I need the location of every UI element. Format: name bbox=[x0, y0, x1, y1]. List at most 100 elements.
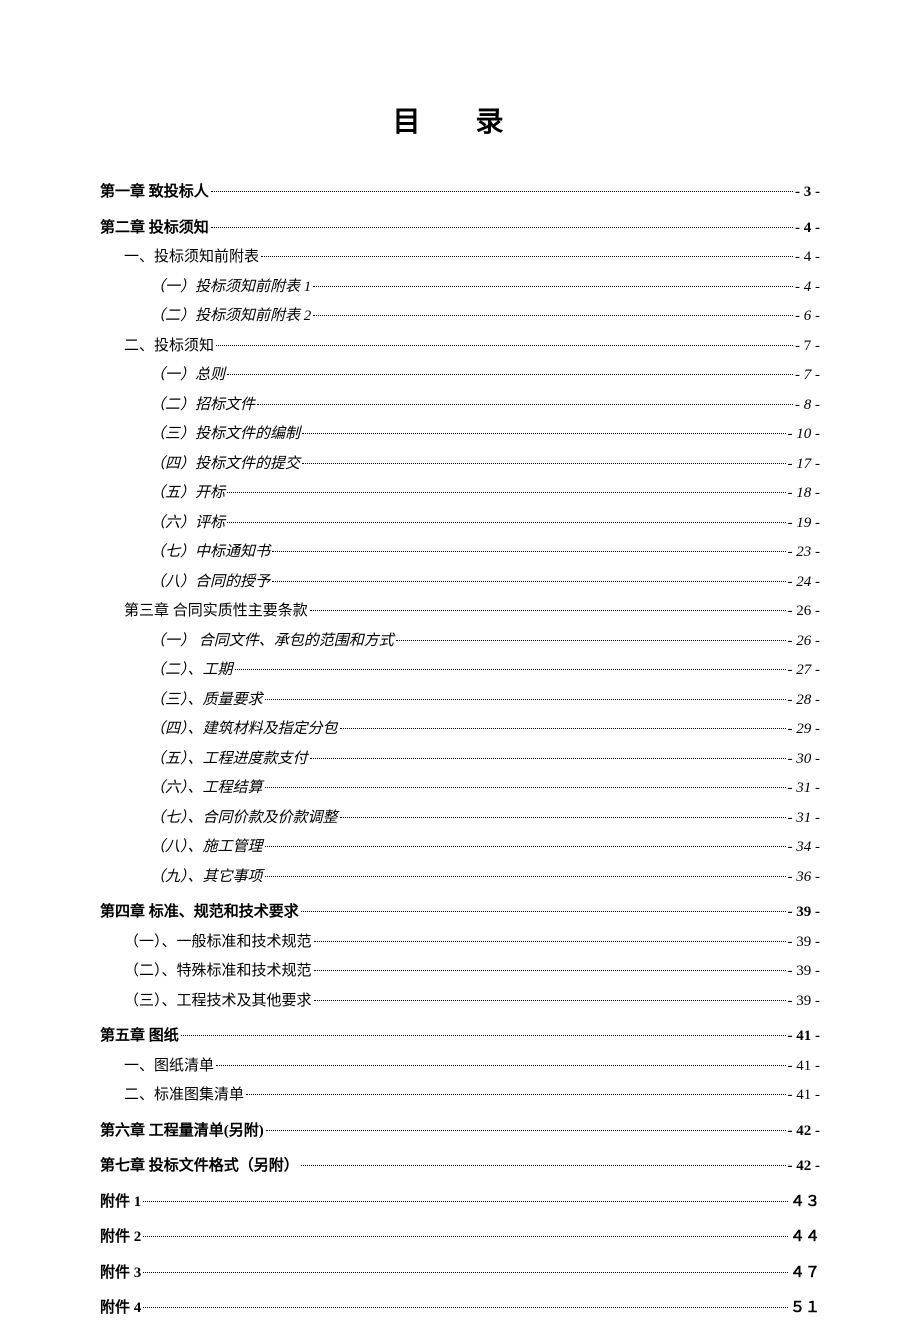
toc-entry: 第三章 合同实质性主要条款- 26 - bbox=[124, 599, 820, 625]
toc-leader-dots bbox=[265, 846, 786, 847]
toc-title: 目 录 bbox=[100, 100, 820, 140]
toc-entry: （三）投标文件的编制- 10 - bbox=[150, 422, 820, 448]
toc-entry-page: - 7 - bbox=[795, 334, 820, 360]
toc-entry-page: - 23 - bbox=[788, 540, 821, 566]
toc-entry-label: （三）、质量要求 bbox=[150, 688, 263, 714]
toc-entry-page: - 39 - bbox=[788, 989, 821, 1015]
toc-entry-label: 附件 3 bbox=[100, 1261, 141, 1287]
toc-entry-label: （九）、其它事项 bbox=[150, 865, 263, 891]
toc-entry-page: - 8 - bbox=[795, 393, 820, 419]
toc-leader-dots bbox=[227, 492, 785, 493]
toc-entry-page: - 28 - bbox=[788, 688, 821, 714]
toc-entry-page: - 39 - bbox=[788, 900, 821, 926]
toc-entry: 二、投标须知- 7 - bbox=[124, 334, 820, 360]
toc-entry-page: - 26 - bbox=[788, 599, 821, 625]
toc-entry-label: （六）、工程结算 bbox=[150, 776, 263, 802]
toc-entry: （七）、合同价款及价款调整- 31 - bbox=[150, 806, 820, 832]
toc-entry: 附件 3４７ bbox=[100, 1261, 820, 1287]
toc-entry-label: （八）、施工管理 bbox=[150, 835, 263, 861]
toc-entry-label: （三）、工程技术及其他要求 bbox=[124, 989, 312, 1015]
toc-leader-dots bbox=[265, 876, 786, 877]
toc-entry-label: 第四章 标准、规范和技术要求 bbox=[100, 900, 299, 926]
toc-entry-page: - 4 - bbox=[795, 275, 820, 301]
toc-entry: （七）中标通知书- 23 - bbox=[150, 540, 820, 566]
toc-container: 第一章 致投标人- 3 -第二章 投标须知- 4 -一、投标须知前附表- 4 -… bbox=[100, 180, 820, 1322]
toc-entry: （八）合同的授予 - 24 - bbox=[150, 570, 820, 596]
toc-entry-page: - 4 - bbox=[795, 216, 820, 242]
toc-leader-dots bbox=[314, 970, 786, 971]
toc-entry: 第四章 标准、规范和技术要求 - 39 - bbox=[100, 900, 820, 926]
toc-leader-dots bbox=[211, 191, 793, 192]
toc-leader-dots bbox=[396, 640, 786, 641]
toc-entry-label: 第七章 投标文件格式（另附） bbox=[100, 1154, 299, 1180]
toc-leader-dots bbox=[227, 522, 785, 523]
toc-entry-page: - 39 - bbox=[788, 930, 821, 956]
toc-entry-label: 第一章 致投标人 bbox=[100, 180, 209, 206]
toc-entry-label: （二）、特殊标准和技术规范 bbox=[124, 959, 312, 985]
toc-entry: （六）评标 - 19 - bbox=[150, 511, 820, 537]
toc-leader-dots bbox=[143, 1236, 788, 1237]
toc-entry: （五）、工程进度款支付 - 30 - bbox=[150, 747, 820, 773]
toc-entry-label: （一）投标须知前附表 1 bbox=[150, 275, 311, 301]
toc-entry-label: 二、标准图集清单 bbox=[124, 1083, 244, 1109]
toc-entry: （四）投标文件的提交- 17 - bbox=[150, 452, 820, 478]
toc-entry-label: （一）总则 bbox=[150, 363, 225, 389]
toc-leader-dots bbox=[302, 433, 785, 434]
toc-leader-dots bbox=[143, 1201, 788, 1202]
toc-entry-page: - 29 - bbox=[788, 717, 821, 743]
toc-entry-label: （五）、工程进度款支付 bbox=[150, 747, 308, 773]
toc-entry-label: 附件 2 bbox=[100, 1225, 141, 1251]
toc-entry: （三）、工程技术及其他要求 - 39 - bbox=[124, 989, 820, 1015]
toc-entry-page: - 30 - bbox=[788, 747, 821, 773]
toc-leader-dots bbox=[216, 1065, 785, 1066]
toc-entry-page: - 27 - bbox=[788, 658, 821, 684]
toc-entry-label: （一） 合同文件、承包的范围和方式 bbox=[150, 629, 394, 655]
toc-entry-label: 一、图纸清单 bbox=[124, 1054, 214, 1080]
toc-entry-label: （八）合同的授予 bbox=[150, 570, 270, 596]
toc-leader-dots bbox=[143, 1272, 788, 1273]
toc-entry: 二、标准图集清单- 41 - bbox=[124, 1083, 820, 1109]
toc-entry: （二）投标须知前附表 2- 6 - bbox=[150, 304, 820, 330]
toc-entry-page: - 7 - bbox=[795, 363, 820, 389]
toc-entry: （一） 合同文件、承包的范围和方式- 26 - bbox=[150, 629, 820, 655]
toc-entry-page: - 42 - bbox=[788, 1154, 821, 1180]
toc-entry-label: 一、投标须知前附表 bbox=[124, 245, 259, 271]
toc-entry-page: ４４ bbox=[790, 1225, 820, 1251]
toc-entry-label: （二）投标须知前附表 2 bbox=[150, 304, 311, 330]
toc-leader-dots bbox=[302, 463, 785, 464]
toc-entry: 一、图纸清单 - 41 - bbox=[124, 1054, 820, 1080]
toc-entry-page: - 41 - bbox=[788, 1024, 821, 1050]
toc-entry-label: （六）评标 bbox=[150, 511, 225, 537]
toc-leader-dots bbox=[310, 610, 786, 611]
toc-entry: （一）总则 - 7 - bbox=[150, 363, 820, 389]
toc-entry: （一）投标须知前附表 1 - 4 - bbox=[150, 275, 820, 301]
toc-entry: 一、投标须知前附表- 4 - bbox=[124, 245, 820, 271]
toc-leader-dots bbox=[301, 911, 786, 912]
toc-entry-page: ５１ bbox=[790, 1296, 820, 1322]
toc-leader-dots bbox=[257, 404, 793, 405]
toc-leader-dots bbox=[181, 1035, 786, 1036]
toc-entry-page: - 10 - bbox=[788, 422, 821, 448]
toc-entry-label: 第五章 图纸 bbox=[100, 1024, 179, 1050]
toc-leader-dots bbox=[266, 1130, 786, 1131]
toc-leader-dots bbox=[340, 817, 786, 818]
toc-leader-dots bbox=[272, 551, 785, 552]
toc-entry-page: - 19 - bbox=[788, 511, 821, 537]
toc-entry-label: 附件 4 bbox=[100, 1296, 141, 1322]
toc-entry-page: - 17 - bbox=[788, 452, 821, 478]
toc-leader-dots bbox=[265, 787, 786, 788]
toc-entry-label: （四）、建筑材料及指定分包 bbox=[150, 717, 338, 743]
toc-entry-page: - 24 - bbox=[788, 570, 821, 596]
toc-leader-dots bbox=[314, 1000, 786, 1001]
toc-entry-label: （二）、工期 bbox=[150, 658, 233, 684]
toc-leader-dots bbox=[143, 1307, 788, 1308]
toc-entry-label: （一）、一般标准和技术规范 bbox=[124, 930, 312, 956]
toc-entry: 第七章 投标文件格式（另附） - 42 - bbox=[100, 1154, 820, 1180]
toc-entry: （一）、一般标准和技术规范 - 39 - bbox=[124, 930, 820, 956]
toc-leader-dots bbox=[272, 581, 785, 582]
toc-entry: 第一章 致投标人- 3 - bbox=[100, 180, 820, 206]
toc-entry-page: - 41 - bbox=[788, 1054, 821, 1080]
toc-entry: 第五章 图纸 - 41 - bbox=[100, 1024, 820, 1050]
toc-leader-dots bbox=[301, 1165, 786, 1166]
toc-entry: （八）、施工管理- 34 - bbox=[150, 835, 820, 861]
